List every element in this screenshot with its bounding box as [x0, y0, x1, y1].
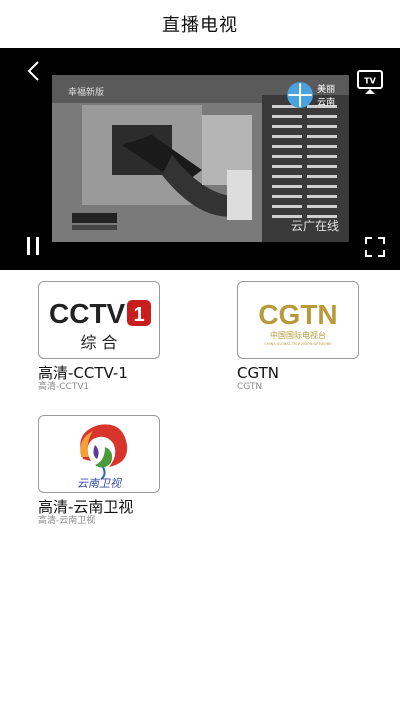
cgtn-logo-text: CGTN: [258, 299, 337, 330]
channel-name: 高清-云南卫视: [38, 498, 134, 516]
channel-subtitle: CGTN: [237, 382, 263, 392]
channel-card-cgtn[interactable]: CGTN 中国国际电视台 CHINA GLOBAL TELEVISION NET…: [237, 281, 387, 393]
video-player[interactable]: 幸福新版 美丽云南 云广在线 TV: [0, 48, 400, 270]
video-frame[interactable]: 幸福新版 美丽云南 云广在线: [52, 75, 349, 242]
tv-cast-button[interactable]: TV: [356, 68, 384, 96]
back-icon: [27, 61, 39, 81]
cgtn-logo-tagline: CHINA GLOBAL TELEVISION NETWORK: [265, 342, 333, 346]
yunnan-logo-caption: 云南卫视: [77, 477, 123, 490]
cctv1-logo: CCTV 1 综 合: [49, 298, 151, 352]
channel-subtitle: 高清-CCTV1: [38, 382, 90, 392]
channel-subtitle: 高清-云南卫视: [38, 516, 96, 526]
video-watermark-top-right: 美丽云南: [286, 81, 337, 109]
cctv1-logo-caption: 综 合: [80, 333, 117, 352]
video-watermark-top-right-label: 美丽云南: [317, 85, 336, 109]
channel-logo[interactable]: CCTV 1 综 合: [38, 281, 160, 359]
channel-card-cctv1[interactable]: CCTV 1 综 合 高清-CCTV-1 高清-CCTV1: [38, 281, 188, 393]
yunnan-logo: 云南卫视: [77, 424, 128, 490]
fullscreen-button[interactable]: [364, 236, 386, 258]
channel-name: 高清-CCTV-1: [38, 364, 128, 382]
pause-icon: [27, 237, 39, 255]
cctv1-logo-text: CCTV: [49, 298, 126, 329]
page-title: 直播电视: [162, 15, 238, 36]
globe-icon: [287, 82, 313, 108]
pause-button[interactable]: [22, 234, 44, 258]
svg-text:TV: TV: [364, 77, 376, 86]
fullscreen-icon: [365, 237, 385, 257]
cgtn-logo: CGTN 中国国际电视台 CHINA GLOBAL TELEVISION NET…: [258, 299, 337, 346]
channel-card-yunnan[interactable]: 云南卫视 高清-云南卫视 高清-云南卫视: [38, 415, 188, 527]
channel-logo[interactable]: 云南卫视: [38, 415, 160, 493]
channel-logo[interactable]: CGTN 中国国际电视台 CHINA GLOBAL TELEVISION NET…: [237, 281, 359, 359]
cgtn-logo-caption: 中国国际电视台: [270, 330, 326, 340]
cctv1-logo-number: 1: [133, 304, 144, 326]
tv-cast-icon: TV: [357, 70, 383, 94]
video-watermark-top-left: 幸福新版: [68, 88, 105, 98]
back-button[interactable]: [22, 59, 44, 83]
top-bar: 直播电视: [0, 0, 400, 48]
channel-name: CGTN: [237, 364, 279, 382]
video-watermark-bottom-right: 云广在线: [290, 219, 339, 233]
